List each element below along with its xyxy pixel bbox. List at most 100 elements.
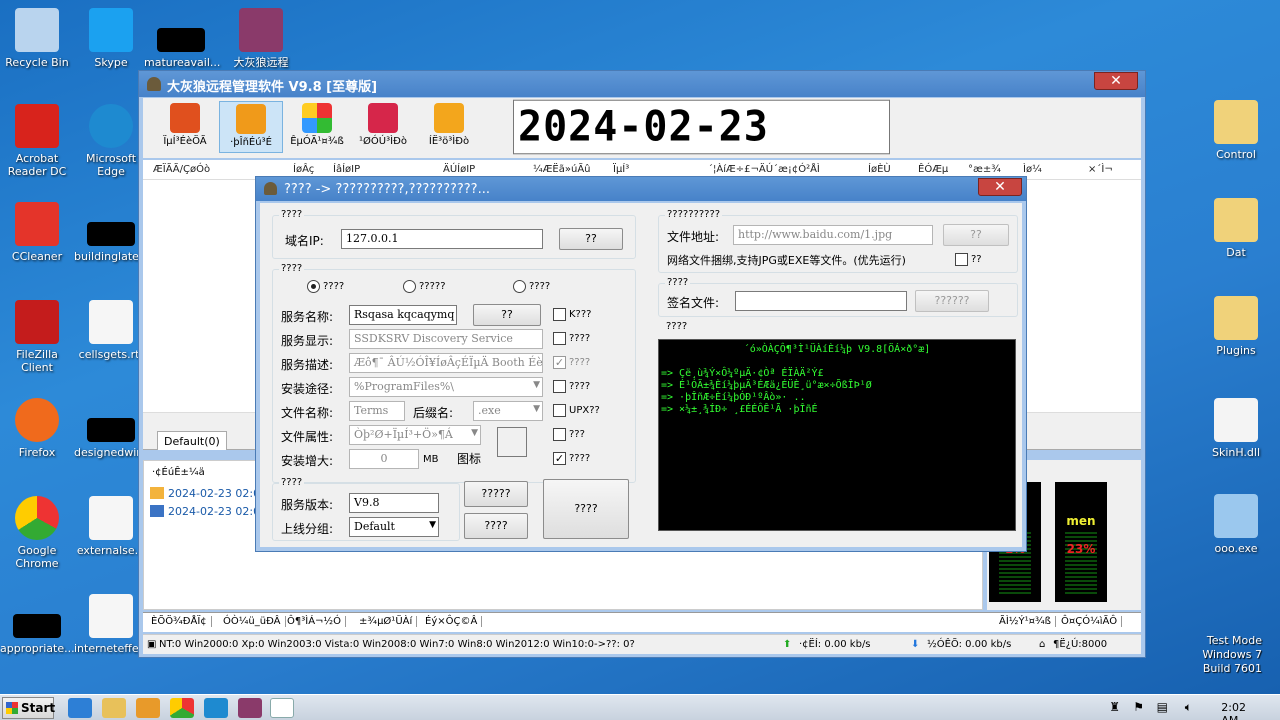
clock-time[interactable]: 2:02 AM bbox=[1221, 701, 1246, 720]
column-header[interactable]: Ìø¼ bbox=[1023, 164, 1042, 175]
check-option-7[interactable]: ✓ bbox=[553, 452, 566, 465]
toolbar-about-button[interactable]: ¹ØÓÚ³ÌÐò bbox=[351, 101, 415, 153]
desktop-icon[interactable]: appropriate... bbox=[0, 594, 75, 655]
desktop-icon[interactable]: externalse... bbox=[74, 496, 148, 557]
desktop-icon[interactable]: Firefox bbox=[0, 398, 74, 459]
wolf-tray-icon[interactable]: ♜ bbox=[1109, 700, 1120, 714]
bundle-checkbox[interactable] bbox=[955, 253, 968, 266]
taskbar-winrar-icon[interactable] bbox=[238, 698, 262, 718]
domain-ip-input[interactable]: 127.0.0.1 bbox=[341, 229, 543, 249]
column-header[interactable]: ÍøÂç bbox=[293, 164, 314, 175]
desktop-icon[interactable]: Control bbox=[1199, 100, 1273, 161]
file-url-button[interactable]: ?? bbox=[943, 224, 1009, 246]
desktop-icon[interactable]: Skype bbox=[74, 8, 148, 69]
check-upx[interactable] bbox=[553, 404, 566, 417]
radio-option-1[interactable] bbox=[307, 280, 320, 293]
desktop-icon[interactable]: Google Chrome bbox=[0, 496, 74, 570]
check-option-1[interactable] bbox=[553, 308, 566, 321]
file-name-input[interactable]: Terms bbox=[349, 401, 405, 421]
test-domain-button[interactable]: ?? bbox=[559, 228, 623, 250]
column-header[interactable]: ÆÏÃÃ/ÇøÓò bbox=[153, 164, 210, 175]
taskbar-chrome-icon[interactable] bbox=[170, 698, 194, 718]
service-display-label: 服务显示: bbox=[281, 334, 334, 348]
tab-log[interactable]: ÈÕÖ¾ÐÅÏ¢ bbox=[147, 616, 212, 627]
desktop-icon[interactable]: Recycle Bin bbox=[0, 8, 74, 69]
desktop-icon[interactable]: CCleaner bbox=[0, 202, 74, 263]
desktop-icon[interactable]: buildinglate... bbox=[74, 202, 149, 263]
desktop-icon[interactable]: cellsgets.rtf bbox=[74, 300, 148, 361]
desktop-icon[interactable]: Microsoft Edge bbox=[74, 104, 148, 178]
radio-option-3[interactable] bbox=[513, 280, 526, 293]
desktop-icon[interactable]: SkinH.dll bbox=[1199, 398, 1273, 459]
log-row[interactable]: 2024-02-23 02:02 bbox=[150, 487, 267, 500]
check-option-4[interactable] bbox=[553, 380, 566, 393]
install-inc-input[interactable]: 0 bbox=[349, 449, 419, 469]
column-header[interactable]: ÏµÍ³ bbox=[613, 164, 629, 175]
icon-preview[interactable] bbox=[497, 427, 527, 457]
column-header[interactable]: ÍøÈÙ bbox=[868, 164, 891, 175]
column-header[interactable]: ÊÓÆµ bbox=[918, 164, 948, 175]
radio-option-2[interactable] bbox=[403, 280, 416, 293]
taskbar-explorer-icon[interactable] bbox=[102, 698, 126, 718]
column-header[interactable]: ÄÚÍøIP bbox=[443, 164, 475, 175]
tab-default-group[interactable]: Default(0) bbox=[157, 431, 227, 450]
service-desc-input[interactable]: Æô¶¯ ÂÚ½ÓÎ¥ÍøÂçÉÏµÄ Booth Éè±¸¡£µ bbox=[349, 353, 543, 373]
network-tray-icon[interactable]: ▤ bbox=[1157, 700, 1168, 714]
generate-button[interactable]: ???? bbox=[543, 479, 629, 539]
action-button-b[interactable]: ???? bbox=[464, 513, 528, 539]
toolbar-system-settings-button[interactable]: ÏµÍ³ÉèÖÃ bbox=[153, 101, 217, 153]
suffix-select[interactable]: .exe ▼ bbox=[473, 401, 543, 421]
toolbar-exit-button[interactable]: ÍË³ö³ÌÐò bbox=[417, 101, 481, 153]
install-path-select[interactable]: %ProgramFiles%\ ▼ bbox=[349, 377, 543, 397]
toolbar-tools-button[interactable]: ÊµÓÃ¹¤¾ß bbox=[285, 101, 349, 153]
flag-tray-icon[interactable]: ⚑ bbox=[1133, 700, 1144, 714]
radio-label: ???? bbox=[323, 281, 345, 292]
desktop-icon[interactable]: designedwir... bbox=[74, 398, 150, 459]
desktop-icon[interactable]: 大灰狼远程 bbox=[224, 8, 298, 69]
desktop-icon[interactable]: Acrobat Reader DC bbox=[0, 104, 74, 178]
desktop-icon[interactable]: interneteffe... bbox=[74, 594, 149, 655]
dialog-titlebar[interactable]: ???? -> ??????????,??????????... bbox=[256, 177, 1026, 201]
check-option-3[interactable]: ✓ bbox=[553, 356, 566, 369]
tab-preview[interactable]: Ô¤ÇÓ¼ìÃÔ bbox=[1057, 616, 1123, 627]
desktop-icon[interactable]: matureavail... bbox=[144, 8, 220, 69]
group-select[interactable]: Default ▼ bbox=[349, 517, 439, 537]
column-header[interactable]: °æ±¾ bbox=[968, 164, 1001, 175]
file-url-input[interactable]: http://www.baidu.com/1.jpg bbox=[733, 225, 933, 245]
file-attr-select[interactable]: Òþ²Ø+ÏµÍ³+Ö»¶Á ▼ bbox=[349, 425, 481, 445]
desktop-icon[interactable]: Dat bbox=[1199, 198, 1273, 259]
taskbar-wolf-app-icon[interactable] bbox=[270, 698, 294, 718]
desktop-icon[interactable]: Plugins bbox=[1199, 296, 1273, 357]
tab-menu[interactable]: ÓÒ¼ü_üÐÂ bbox=[219, 616, 286, 627]
action-button-a[interactable]: ????? bbox=[464, 481, 528, 507]
tab-local-manage[interactable]: ±¾µØ¹ÜÀí bbox=[355, 616, 418, 627]
sign-file-input[interactable] bbox=[735, 291, 907, 311]
volume-icon[interactable]: 🔈︎ bbox=[1185, 700, 1192, 715]
column-header[interactable]: ¼ÆËã»úÃû bbox=[533, 164, 591, 175]
taskbar-edge-icon[interactable] bbox=[204, 698, 228, 718]
version-input[interactable]: V9.8 bbox=[349, 493, 439, 513]
tab-remote-connect[interactable]: Ô¶³ÌÁ¬½Ó bbox=[283, 616, 346, 627]
taskbar-media-icon[interactable] bbox=[136, 698, 160, 718]
tab-update[interactable]: Éý×ÔÇ©Â bbox=[421, 616, 483, 627]
start-button[interactable]: Start bbox=[2, 697, 55, 719]
toolbar-build-service-button[interactable]: ·þÎñÉú³É bbox=[219, 101, 283, 153]
service-name-input[interactable]: Rsqasa kqcaqymq bbox=[349, 305, 457, 325]
check-option-2[interactable] bbox=[553, 332, 566, 345]
dialog-close-button[interactable]: ✕ bbox=[978, 178, 1022, 196]
main-window-titlebar[interactable]: 大灰狼远程管理软件 V9.8 [至尊版] bbox=[139, 71, 1145, 97]
main-close-button[interactable]: ✕ bbox=[1094, 72, 1138, 90]
log-row[interactable]: 2024-02-23 02:02 bbox=[150, 505, 267, 518]
tab-quick-tools[interactable]: ÃÌ½Ý¹¤¾ß bbox=[995, 616, 1056, 627]
service-display-input[interactable]: SSDKSRV Discovery Service bbox=[349, 329, 543, 349]
column-header[interactable]: ´¦ÀíÆ÷£¬ÄÚ´æ¡¢Ó²ÅÌ bbox=[708, 164, 820, 175]
desktop-icon[interactable]: FileZilla Client bbox=[0, 300, 74, 374]
sign-browse-button[interactable]: ?????? bbox=[915, 290, 989, 312]
status-bar: ▣ NT:0 Win2000:0 Xp:0 Win2003:0 Vista:0 … bbox=[143, 634, 1141, 654]
check-option-6[interactable] bbox=[553, 428, 566, 441]
taskbar-ie-icon[interactable] bbox=[68, 698, 92, 718]
desktop-icon[interactable]: ooo.exe bbox=[1199, 494, 1273, 555]
column-header[interactable]: ÍâÍøIP bbox=[333, 164, 360, 175]
random-name-button[interactable]: ?? bbox=[473, 304, 541, 326]
column-header[interactable]: ×´Ì¬ bbox=[1088, 164, 1113, 175]
